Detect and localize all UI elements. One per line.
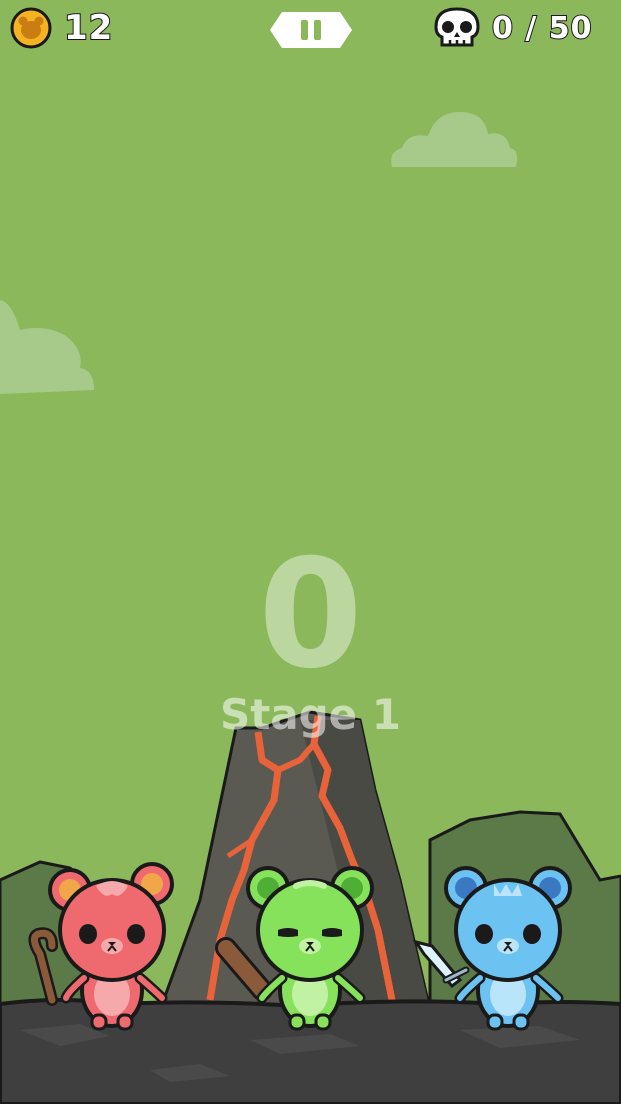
skull-icon: [434, 7, 480, 47]
kill-progress: 0 / 50: [491, 10, 593, 47]
kill-counter: 0 / 50: [432, 6, 592, 50]
coin-counter: 12: [10, 6, 113, 50]
kill-count: 0: [491, 10, 514, 47]
character-lineup: [28, 862, 572, 1031]
cloud-2: [0, 300, 94, 394]
bear-coin-icon: [10, 7, 52, 49]
blue-bear[interactable]: [412, 866, 572, 1031]
game-scene[interactable]: 0 Stage 1 12 0 / 50: [0, 0, 621, 1104]
pause-button[interactable]: [268, 10, 354, 50]
stage-label: Stage 1: [219, 690, 402, 739]
red-bear[interactable]: [28, 862, 174, 1031]
green-bear[interactable]: [215, 866, 374, 1031]
kill-separator: /: [513, 10, 549, 47]
kill-target: 50: [548, 10, 593, 47]
cloud-1: [391, 112, 518, 167]
score-display: 0: [258, 528, 363, 702]
pause-icon: [270, 12, 352, 48]
coin-count: 12: [63, 7, 114, 49]
